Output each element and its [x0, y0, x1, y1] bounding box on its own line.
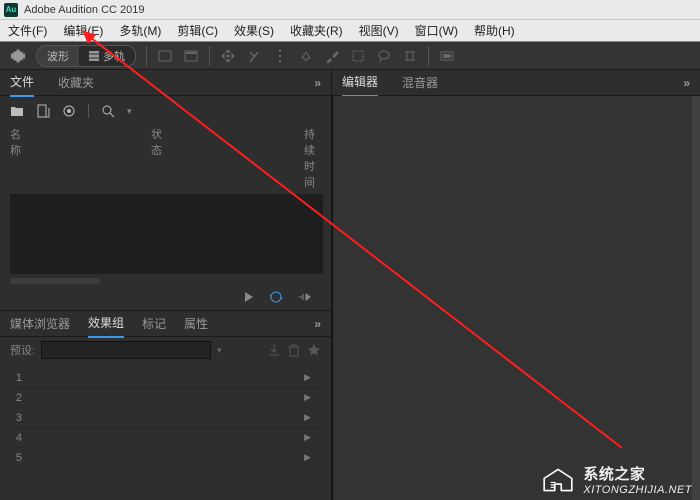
col-duration[interactable]: 持续时间 [304, 126, 321, 190]
preset-fav-icon[interactable] [307, 343, 321, 357]
tb-brush-icon[interactable] [324, 48, 340, 64]
watermark-logo-icon [541, 467, 575, 493]
effect-slot[interactable]: 1▶ [10, 367, 321, 387]
slot-chevron-icon: ▶ [304, 432, 311, 443]
tab-media-browser[interactable]: 媒体浏览器 [10, 310, 70, 337]
tb-hud-icon[interactable] [439, 48, 455, 64]
folder-open-icon[interactable] [10, 104, 24, 118]
record-icon[interactable] [62, 104, 76, 118]
app-icon: Au [4, 3, 18, 17]
files-list[interactable] [10, 194, 323, 274]
menu-file[interactable]: 文件(F) [0, 20, 55, 41]
preset-import-icon[interactable] [267, 343, 281, 357]
menu-effects[interactable]: 效果(S) [226, 20, 282, 41]
tb-marquee-icon[interactable] [350, 48, 366, 64]
preset-label: 预设: [10, 342, 35, 358]
effect-slot[interactable]: 4▶ [10, 427, 321, 447]
tb-razor-icon[interactable] [246, 48, 262, 64]
view-waveform[interactable]: 波形 [37, 46, 79, 66]
col-name[interactable]: 名称 [10, 126, 21, 190]
menubar: 文件(F) 编辑(E) 多轨(M) 剪辑(C) 效果(S) 收藏夹(R) 视图(… [0, 20, 700, 42]
menu-help[interactable]: 帮助(H) [466, 20, 523, 41]
watermark: 系统之家 XITONGZHIJIA.NET [541, 463, 692, 496]
search-dropdown-icon[interactable]: ▾ [127, 106, 132, 117]
slot-chevron-icon: ▶ [304, 392, 311, 403]
view-toggle: 波形 多轨 [36, 45, 136, 67]
effect-slot[interactable]: 5▶ [10, 447, 321, 467]
slot-chevron-icon: ▶ [304, 452, 311, 463]
editor-tabs: 编辑器 混音器 » [332, 70, 700, 96]
effects-panel: 媒体浏览器 效果组 标记 属性 » 预设: ▾ 1▶ 2▶ 3▶ 4▶ 5▶ [0, 310, 331, 500]
toolbar: 波形 多轨 [0, 42, 700, 70]
tab-editor[interactable]: 编辑器 [342, 68, 378, 97]
tb-time-select-icon[interactable] [402, 48, 418, 64]
dropdown-chevron-icon[interactable]: ▾ [217, 345, 222, 356]
tab-markers[interactable]: 标记 [142, 310, 166, 337]
left-column: 文件 收藏夹 » ▾ 名称 状态 持续时间 [0, 70, 332, 500]
content-area: 文件 收藏夹 » ▾ 名称 状态 持续时间 [0, 70, 700, 500]
play-icon[interactable] [241, 290, 255, 304]
tab-effects-rack[interactable]: 效果组 [88, 309, 124, 338]
tb-heal-icon[interactable] [298, 48, 314, 64]
right-column: 编辑器 混音器 » [332, 70, 700, 500]
effects-slots: 1▶ 2▶ 3▶ 4▶ 5▶ [0, 363, 331, 471]
files-panel: 文件 收藏夹 » ▾ 名称 状态 持续时间 [0, 70, 331, 310]
tab-overflow-3[interactable]: » [683, 76, 690, 90]
tb-waveform-icon[interactable] [10, 48, 26, 64]
tab-favorites[interactable]: 收藏夹 [58, 69, 94, 96]
tab-properties[interactable]: 属性 [184, 310, 208, 337]
app-title: Adobe Audition CC 2019 [24, 4, 144, 16]
effect-slot[interactable]: 2▶ [10, 387, 321, 407]
menu-window[interactable]: 窗口(W) [407, 20, 466, 41]
effect-slot[interactable]: 3▶ [10, 407, 321, 427]
tab-overflow-2[interactable]: » [314, 317, 321, 331]
preset-dropdown[interactable] [41, 341, 211, 359]
slot-chevron-icon: ▶ [304, 372, 311, 383]
menu-clip[interactable]: 剪辑(C) [169, 20, 226, 41]
editor-area[interactable] [332, 96, 700, 500]
tb-spectral-icon[interactable] [157, 48, 173, 64]
preset-delete-icon[interactable] [287, 343, 301, 357]
files-tabs: 文件 收藏夹 » [0, 70, 331, 96]
tb-lasso-icon[interactable] [376, 48, 392, 64]
menu-multitrack[interactable]: 多轨(M) [111, 20, 169, 41]
new-file-icon[interactable] [36, 104, 50, 118]
tb-freq-icon[interactable] [183, 48, 199, 64]
tab-overflow[interactable]: » [314, 76, 321, 90]
menu-edit[interactable]: 编辑(E) [55, 20, 111, 41]
autoplay-icon[interactable] [297, 290, 311, 304]
tab-mixer[interactable]: 混音器 [402, 69, 438, 96]
slot-chevron-icon: ▶ [304, 412, 311, 423]
tb-dots-icon[interactable] [272, 48, 288, 64]
editor-vscroll[interactable] [692, 96, 700, 500]
tab-files[interactable]: 文件 [10, 68, 34, 97]
menu-favorites[interactable]: 收藏夹(R) [282, 20, 351, 41]
col-status[interactable]: 状态 [151, 126, 162, 190]
search-icon[interactable] [101, 104, 115, 118]
menu-view[interactable]: 视图(V) [351, 20, 407, 41]
titlebar: Au Adobe Audition CC 2019 [0, 0, 700, 20]
loop-icon[interactable] [269, 290, 283, 304]
tb-move-icon[interactable] [220, 48, 236, 64]
effects-tabs: 媒体浏览器 效果组 标记 属性 » [0, 311, 331, 337]
view-multitrack[interactable]: 多轨 [79, 46, 135, 66]
